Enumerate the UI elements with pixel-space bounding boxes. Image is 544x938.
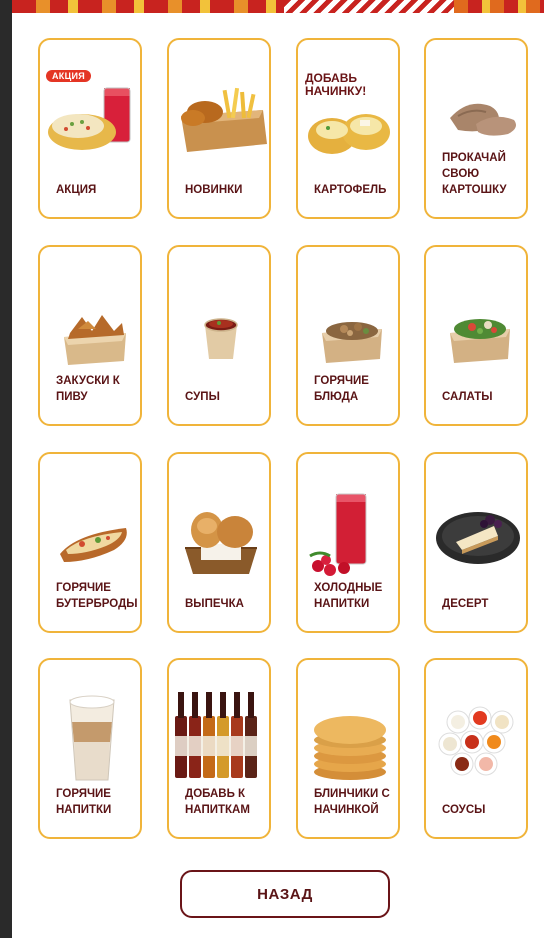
pancake-stack-icon <box>300 680 400 790</box>
category-tile-pastry[interactable]: Выпечка <box>167 452 271 633</box>
category-label: Горячие бутерброды <box>56 582 138 610</box>
category-label: Выпечка <box>185 598 244 610</box>
category-tile-dessert[interactable]: Десерт <box>424 452 528 633</box>
category-label: Новинки <box>185 184 243 196</box>
soup-cup-icon <box>171 267 271 377</box>
category-tile-cold-drinks[interactable]: Холодные напитки <box>296 452 400 633</box>
sauce-bowls-icon <box>428 680 528 790</box>
hot-dish-box-icon <box>300 267 400 377</box>
category-label: Горячие блюда <box>314 375 369 403</box>
category-tile-new[interactable]: Новинки <box>167 38 271 219</box>
promo-headline: Добавь начинку! <box>305 71 367 98</box>
category-tile-hot-sandwiches[interactable]: Горячие бутерброды <box>38 452 142 633</box>
category-label: Салаты <box>442 391 493 403</box>
category-tile-hot-dishes[interactable]: Горячие блюда <box>296 245 400 426</box>
category-label: Картофель <box>314 184 387 196</box>
hot-sandwich-icon <box>42 474 142 584</box>
snack-box-icon <box>42 267 142 377</box>
category-label: Закуски к пиву <box>56 375 120 403</box>
category-label: Добавь к напиткам <box>185 788 250 816</box>
category-tile-upgrade-potato[interactable]: Прокачай свою картошку <box>424 38 528 219</box>
category-tile-potato[interactable]: Добавь начинку! Картофель <box>296 38 400 219</box>
syrup-bottles-icon <box>171 680 271 790</box>
back-button[interactable]: НАЗАД <box>180 870 390 918</box>
category-tile-pancakes[interactable]: Блинчики с начинкой <box>296 658 400 839</box>
category-label: Прокачай свою картошку <box>442 152 507 196</box>
category-label: Соусы <box>442 804 486 816</box>
category-tile-salads[interactable]: Салаты <box>424 245 528 426</box>
category-label: Горячие напитки <box>56 788 112 816</box>
berry-drink-icon <box>300 474 400 584</box>
category-tile-sauces[interactable]: Соусы <box>424 658 528 839</box>
category-label: Супы <box>185 391 220 403</box>
category-tile-soups[interactable]: Супы <box>167 245 271 426</box>
category-tile-hot-drinks[interactable]: Горячие напитки <box>38 658 142 839</box>
category-tile-beer-snacks[interactable]: Закуски к пиву <box>38 245 142 426</box>
category-label: Холодные напитки <box>314 582 383 610</box>
category-label: Блинчики с начинкой <box>314 788 390 816</box>
category-label: Десерт <box>442 598 489 610</box>
category-tile-promo[interactable]: Акция Акция <box>38 38 142 219</box>
chicken-fries-box-icon <box>171 60 271 170</box>
top-ornament-banner <box>12 0 544 13</box>
latte-glass-icon <box>42 680 142 790</box>
cheesecake-icon <box>428 474 528 584</box>
left-edge-strip <box>0 0 12 938</box>
category-tile-drink-addons[interactable]: Добавь к напиткам <box>167 658 271 839</box>
pastry-basket-icon <box>171 474 271 584</box>
promo-badge: Акция <box>46 70 92 82</box>
salad-box-icon <box>428 267 528 377</box>
category-label: Акция <box>56 184 97 196</box>
